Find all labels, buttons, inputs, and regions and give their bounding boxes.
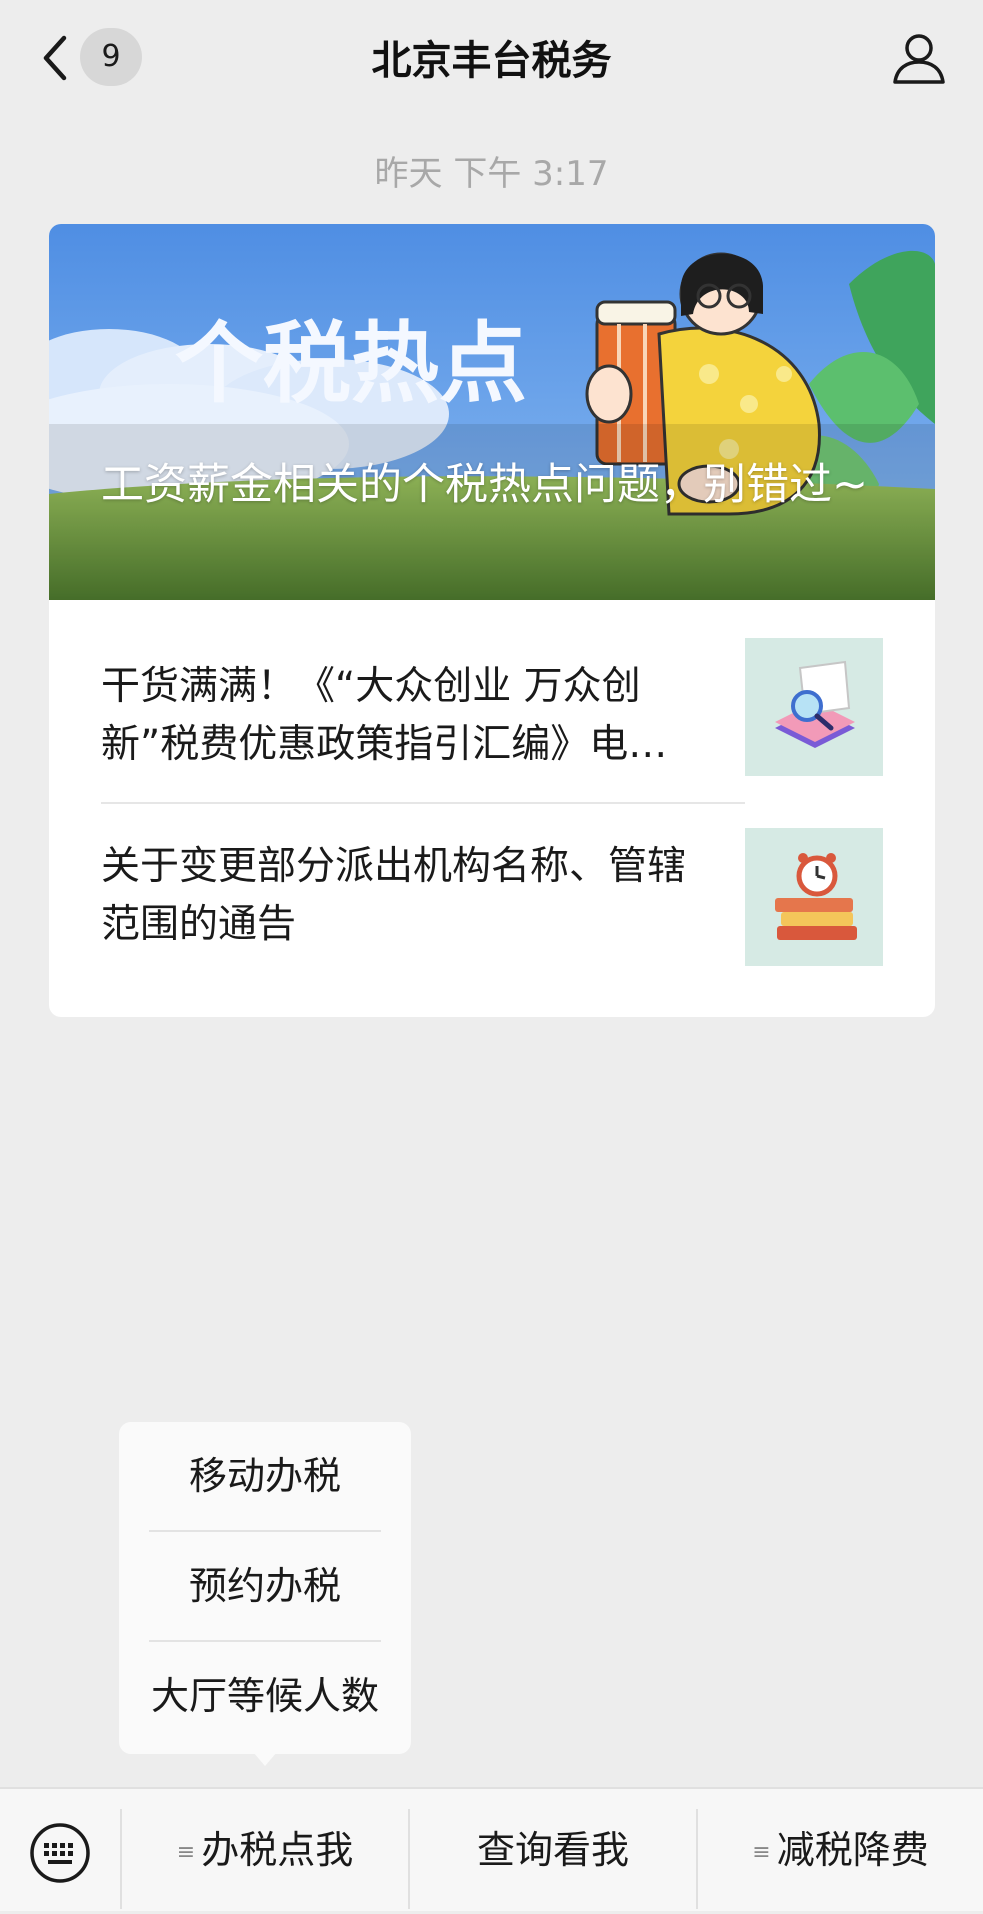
menu-lines-icon: ≡	[176, 1839, 196, 1865]
cover-banner-text: 个税热点	[175, 312, 527, 415]
tab-tax-service[interactable]: ≡ 办税点我	[122, 1789, 408, 1911]
bottom-menu-bar: ≡ 办税点我 查询看我 ≡ 减税降费	[0, 1787, 983, 1911]
article-card[interactable]: 个税热点 工资薪金相关的个税热点问题，别错过~ 干货满满！《“大众创业 万众创新…	[49, 224, 935, 1017]
article-item-title: 关于变更部分派出机构名称、管辖范围的通告	[101, 844, 687, 947]
menu-lines-icon: ≡	[752, 1839, 771, 1865]
magnifier-document-icon	[745, 638, 883, 776]
submenu-item-hall-queue[interactable]: 大厅等候人数	[149, 1642, 381, 1750]
alarm-clock-books-icon	[745, 828, 883, 966]
submenu-item-appointment[interactable]: 预约办税	[149, 1532, 381, 1640]
article-item-title: 干货满满！《“大众创业 万众创新”税费优惠政策指引汇编》电…	[101, 664, 668, 767]
tab-tax-reduction[interactable]: ≡ 减税降费	[698, 1789, 983, 1911]
keyboard-icon	[30, 1823, 90, 1883]
tab-label: 办税点我	[201, 1828, 354, 1872]
tab-query[interactable]: 查询看我	[410, 1789, 696, 1911]
profile-button[interactable]	[891, 30, 947, 86]
tab-label: 减税降费	[776, 1828, 929, 1872]
message-timestamp: 昨天 下午 3:17	[374, 154, 609, 194]
submenu-popup: 移动办税 预约办税 大厅等候人数	[119, 1422, 411, 1754]
article-list-item[interactable]: 关于变更部分派出机构名称、管辖范围的通告	[49, 804, 935, 994]
tab-label: 查询看我	[476, 1828, 629, 1872]
submenu-pointer	[253, 1752, 277, 1766]
account-title: 北京丰台税务	[371, 38, 612, 84]
cover-image[interactable]: 个税热点 工资薪金相关的个税热点问题，别错过~	[49, 224, 935, 600]
cover-illustration: 个税热点	[49, 224, 935, 600]
keyboard-toggle-button[interactable]	[28, 1821, 92, 1885]
article-thumbnail	[745, 828, 883, 966]
article-list-item[interactable]: 干货满满！《“大众创业 万众创新”税费优惠政策指引汇编》电…	[49, 600, 935, 790]
chat-header: 9 北京丰台税务	[0, 0, 983, 112]
person-icon	[893, 34, 945, 84]
article-thumbnail	[745, 638, 883, 776]
cover-article-title: 工资薪金相关的个税热点问题，别错过~	[101, 460, 869, 510]
submenu-item-mobile-tax[interactable]: 移动办税	[149, 1422, 381, 1530]
